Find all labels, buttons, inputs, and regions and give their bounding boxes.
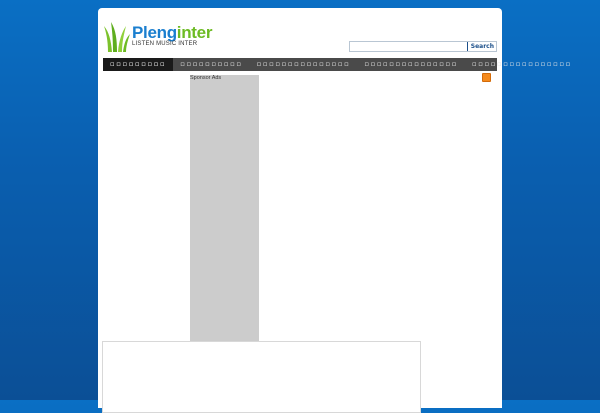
- sponsor-ads-panel: Sponsor Ads: [190, 75, 259, 349]
- nav-item-3[interactable]: ▫▫▫▫▫▫▫▫▫▫▫▫▫▫▫: [250, 58, 358, 71]
- nav-item-4[interactable]: ▫▫▫▫▫▫▫▫▫▫▫▫▫▫▫: [357, 58, 465, 71]
- site-tagline: LISTEN MUSIC INTER: [132, 41, 198, 47]
- nav-item-1[interactable]: ▫▫▫▫▫▫▫▫▫: [103, 58, 174, 71]
- site-logo[interactable]: Plenginter LISTEN MUSIC INTER: [104, 22, 214, 56]
- search-button[interactable]: Search: [466, 42, 494, 51]
- search-input[interactable]: [350, 42, 468, 51]
- page-container: Plenginter LISTEN MUSIC INTER Search ▫▫▫…: [98, 8, 570, 413]
- sponsor-ads-label: Sponsor Ads: [190, 75, 222, 81]
- search-box: Search: [349, 41, 497, 52]
- site-title-part2: inter: [176, 23, 213, 42]
- rss-glyph-icon: [483, 82, 490, 89]
- content-box: [102, 341, 421, 413]
- nav-item-5[interactable]: ▫▫▫▫▫▫▫▫▫▫▫▫▫▫▫▫: [465, 58, 579, 71]
- main-nav: ▫▫▫▫▫▫▫▫▫ ▫▫▫▫▫▫▫▫▫▫ ▫▫▫▫▫▫▫▫▫▫▫▫▫▫▫ ▫▫▫…: [103, 58, 570, 71]
- rss-icon[interactable]: [482, 73, 491, 89]
- site-title-part1: Pleng: [132, 23, 177, 42]
- site-title: Plenginter: [132, 23, 212, 43]
- nav-item-2[interactable]: ▫▫▫▫▫▫▫▫▫▫: [173, 58, 249, 71]
- grass-logo-icon: [104, 22, 130, 52]
